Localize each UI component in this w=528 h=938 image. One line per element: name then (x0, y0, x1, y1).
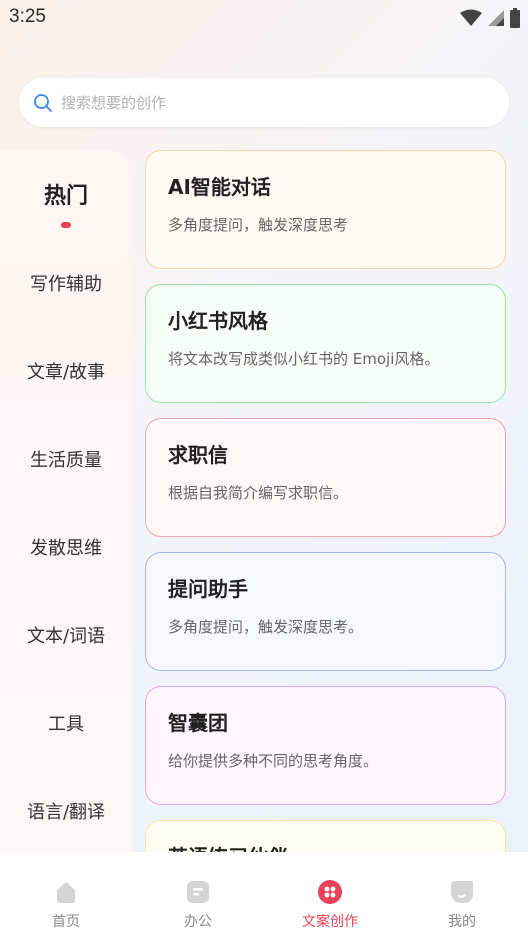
nav-label: 我的 (448, 914, 476, 930)
nav-office[interactable]: 办公 (132, 852, 264, 938)
profile-icon (451, 881, 473, 903)
card-description: 多角度提问，触发深度思考 (168, 216, 349, 234)
sidebar-item-divergent-thinking[interactable]: 发散思维 (0, 534, 132, 560)
card-title: 小红书风格 (168, 309, 268, 333)
sidebar-item-article-story[interactable]: 文章/故事 (0, 358, 132, 384)
card-description: 给你提供多种不同的思考角度。 (168, 752, 379, 770)
sidebar-item-writing-assist[interactable]: 写作辅助 (0, 270, 132, 296)
card-title: 提问助手 (168, 577, 248, 601)
bottom-navigation: 首页 办公 文案创作 我的 (0, 852, 528, 938)
nav-copywriting[interactable]: 文案创作 (264, 852, 396, 938)
category-sidebar: 热门 写作辅助 文章/故事 生活质量 发散思维 文本/词语 工具 语言/翻译 (0, 150, 132, 852)
search-bar[interactable] (19, 78, 509, 127)
nav-profile[interactable]: 我的 (396, 852, 528, 938)
card-english-practice-partner[interactable]: 英语练习伙伴 (145, 820, 506, 852)
sidebar-item-life-quality[interactable]: 生活质量 (0, 446, 132, 472)
card-title: 英语练习伙伴 (168, 841, 505, 852)
card-title: 求职信 (168, 443, 228, 467)
card-question-assistant[interactable]: 提问助手 多角度提问，触发深度思考。 (145, 552, 506, 671)
sidebar-item-tools[interactable]: 工具 (0, 710, 132, 736)
cellular-signal-icon (488, 10, 504, 26)
sidebar-item-language-translation[interactable]: 语言/翻译 (0, 798, 132, 824)
battery-icon (510, 8, 520, 28)
nav-label: 办公 (184, 914, 212, 930)
status-bar: 3:25 (0, 0, 528, 36)
card-ai-chat[interactable]: AI智能对话 多角度提问，触发深度思考 (145, 150, 506, 269)
office-icon (187, 881, 209, 903)
nav-home[interactable]: 首页 (0, 852, 132, 938)
search-input[interactable] (61, 93, 481, 112)
wifi-icon (460, 9, 482, 26)
nav-label: 首页 (52, 914, 80, 930)
card-xiaohongshu-style[interactable]: 小红书风格 将文本改写成类似小红书的 Emoji风格。 (145, 284, 506, 403)
creation-icon (318, 880, 342, 904)
card-cover-letter[interactable]: 求职信 根据自我简介编写求职信。 (145, 418, 506, 537)
nav-label: 文案创作 (302, 914, 358, 930)
search-icon (34, 93, 52, 112)
card-description: 将文本改写成类似小红书的 Emoji风格。 (168, 350, 440, 368)
card-description: 多角度提问，触发深度思考。 (168, 618, 364, 636)
sidebar-item-hot[interactable]: 热门 (0, 178, 132, 210)
active-indicator (61, 222, 71, 228)
card-title: 智囊团 (168, 711, 228, 735)
card-title: AI智能对话 (168, 175, 271, 199)
status-icons (460, 8, 520, 28)
card-think-tank[interactable]: 智囊团 给你提供多种不同的思考角度。 (145, 686, 506, 805)
home-icon (57, 882, 75, 903)
status-time: 3:25 (9, 6, 46, 27)
card-description: 根据自我简介编写求职信。 (168, 484, 349, 502)
sidebar-item-text-words[interactable]: 文本/词语 (0, 622, 132, 648)
